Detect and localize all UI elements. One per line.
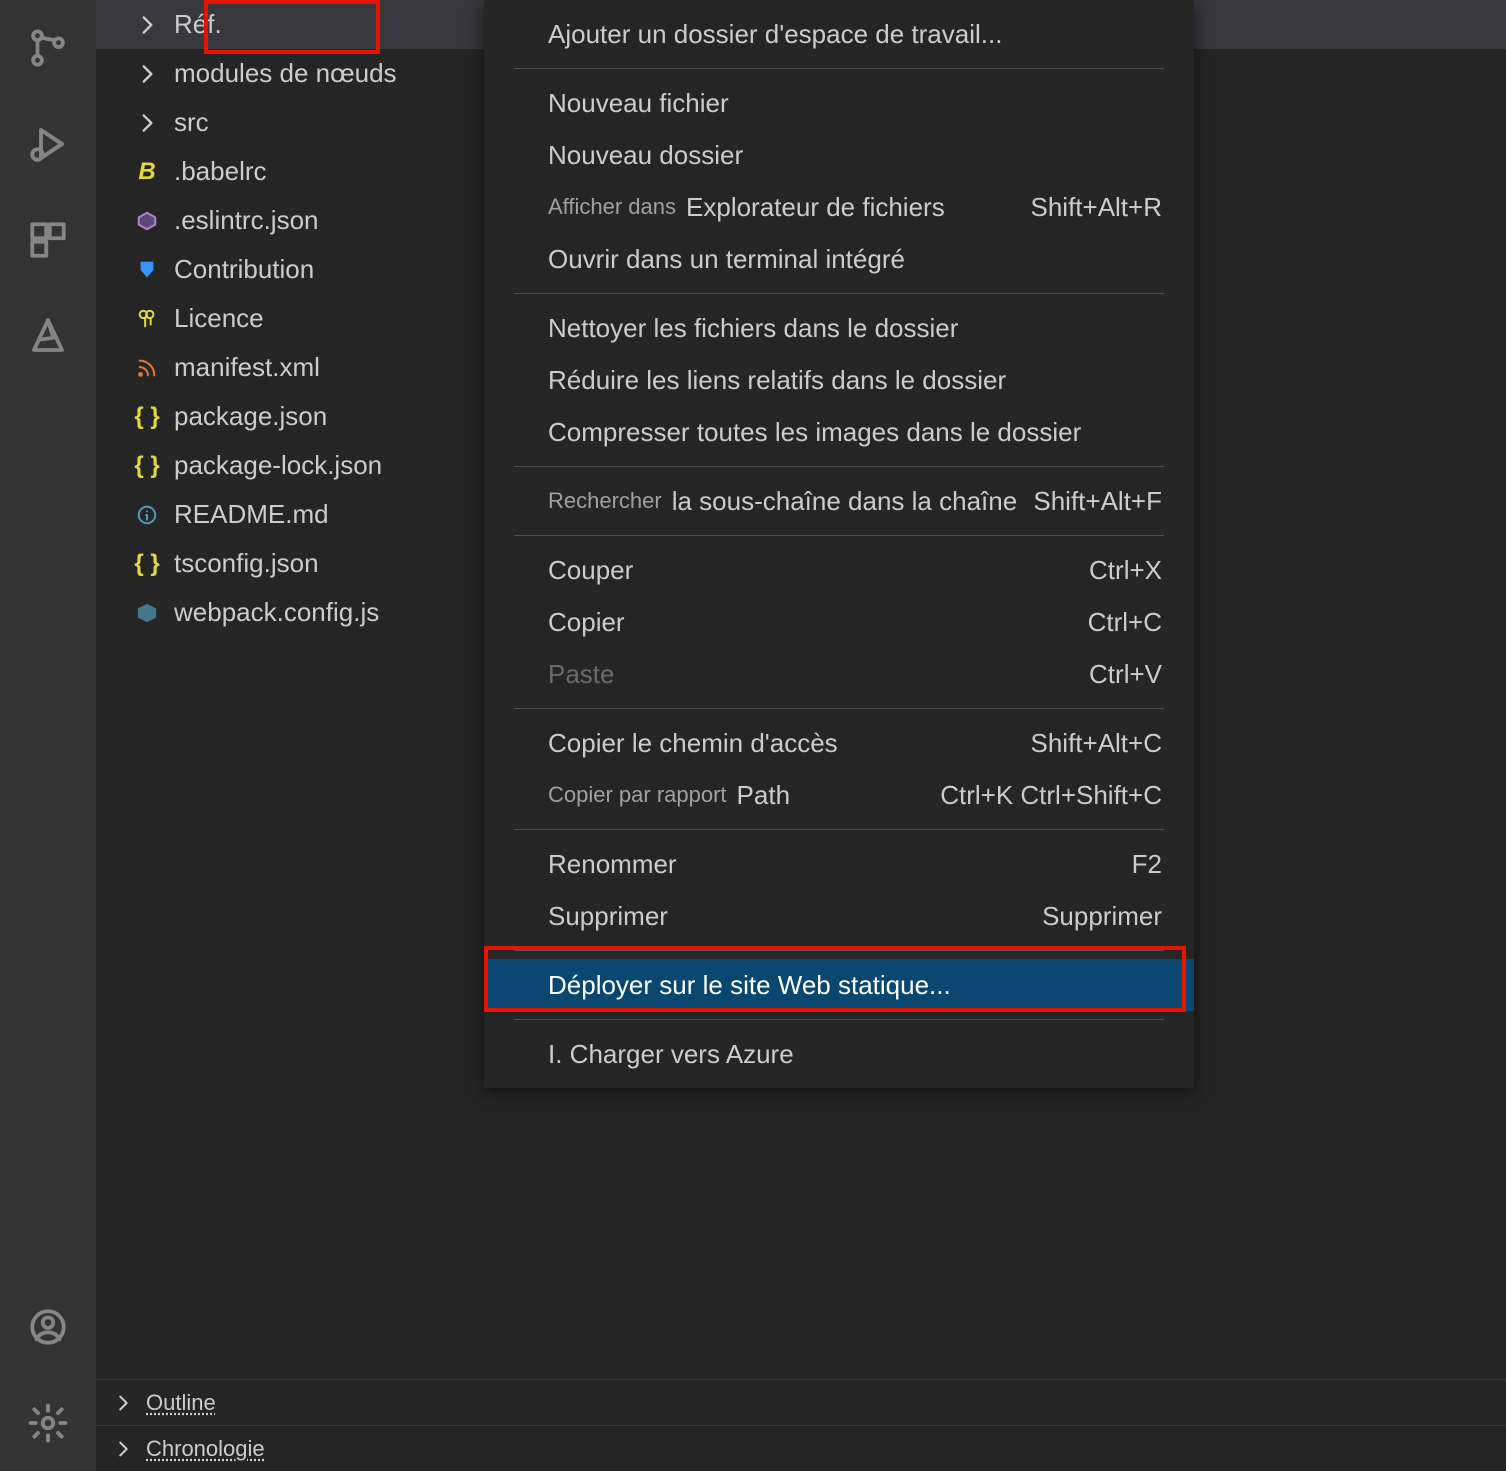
menu-item-new-file[interactable]: Nouveau fichier (484, 77, 1194, 129)
rss-icon (134, 355, 160, 381)
tree-item-label: Licence (174, 303, 264, 334)
activity-bar (0, 0, 96, 1471)
menu-item-copy[interactable]: Copier Ctrl+C (484, 596, 1194, 648)
menu-shortcut: Supprimer (1042, 901, 1162, 932)
chevron-right-icon (112, 1392, 134, 1414)
menu-shortcut: F2 (1132, 849, 1162, 880)
tree-item-label: modules de nœuds (174, 58, 397, 89)
menu-item-reveal-in-explorer[interactable]: Afficher dans Explorateur de fichiers Sh… (484, 181, 1194, 233)
tree-item-label: README.md (174, 499, 329, 530)
explorer-sidebar: Réf. modules de nœuds src B .babelrc (96, 0, 1506, 1471)
menu-item-find-in-folder[interactable]: Rechercher la sous-chaîne dans la chaîne… (484, 475, 1194, 527)
tree-item-label: package.json (174, 401, 327, 432)
webpack-icon (134, 600, 160, 626)
menu-shortcut: Shift+Alt+C (1030, 728, 1162, 759)
menu-item-reduce-links[interactable]: Réduire les liens relatifs dans le dossi… (484, 354, 1194, 406)
menu-item-upload-azure[interactable]: I. Charger vers Azure (484, 1028, 1194, 1080)
menu-item-open-terminal[interactable]: Ouvrir dans un terminal intégré (484, 233, 1194, 285)
menu-shortcut: Ctrl+C (1088, 607, 1162, 638)
menu-separator (514, 466, 1164, 467)
menu-item-add-workspace-folder[interactable]: Ajouter un dossier d'espace de travail..… (484, 8, 1194, 60)
menu-separator (514, 68, 1164, 69)
menu-label-prefix: Copier par rapport (548, 782, 727, 808)
braces-icon: { } (134, 404, 160, 430)
azure-icon[interactable] (0, 288, 96, 384)
menu-label: Compresser toutes les images dans le dos… (548, 417, 1081, 448)
tree-item-label: package-lock.json (174, 450, 382, 481)
tree-item-label: src (174, 107, 209, 138)
menu-shortcut: Shift+Alt+R (1030, 192, 1162, 223)
timeline-section-header[interactable]: Chronologie (96, 1425, 1506, 1471)
menu-label: Couper (548, 555, 633, 586)
tree-item-label: tsconfig.json (174, 548, 319, 579)
settings-gear-icon[interactable] (0, 1375, 96, 1471)
menu-label: Path (737, 780, 791, 811)
menu-label: Copier (548, 607, 625, 638)
menu-label: Paste (548, 659, 615, 690)
menu-label: Nouveau dossier (548, 140, 743, 171)
outline-label: Outline (146, 1390, 216, 1416)
menu-item-paste: Paste Ctrl+V (484, 648, 1194, 700)
menu-separator (514, 708, 1164, 709)
menu-label: la sous-chaîne dans la chaîne (672, 486, 1017, 517)
chevron-right-icon (134, 110, 160, 136)
menu-label-prefix: Afficher dans (548, 194, 676, 220)
tree-item-label: manifest.xml (174, 352, 320, 383)
menu-label: Déployer sur le site Web statique... (548, 970, 951, 1001)
menu-shortcut: Ctrl+X (1089, 555, 1162, 586)
babel-icon: B (134, 159, 160, 185)
tree-item-label: .eslintrc.json (174, 205, 319, 236)
menu-label: Renommer (548, 849, 677, 880)
menu-shortcut: Ctrl+V (1089, 659, 1162, 690)
menu-item-rename[interactable]: Renommer F2 (484, 838, 1194, 890)
menu-separator (514, 1019, 1164, 1020)
chevron-right-icon (134, 12, 160, 38)
menu-item-delete[interactable]: Supprimer Supprimer (484, 890, 1194, 942)
timeline-label: Chronologie (146, 1436, 265, 1462)
info-icon (134, 502, 160, 528)
menu-label: Ajouter un dossier d'espace de travail..… (548, 19, 1002, 50)
eslint-icon (134, 208, 160, 234)
tree-item-label: webpack.config.js (174, 597, 379, 628)
account-icon[interactable] (0, 1279, 96, 1375)
key-icon (134, 306, 160, 332)
menu-separator (514, 535, 1164, 536)
menu-separator (514, 293, 1164, 294)
braces-icon: { } (134, 453, 160, 479)
arrow-down-icon (134, 257, 160, 283)
menu-label: Réduire les liens relatifs dans le dossi… (548, 365, 1006, 396)
menu-label-prefix: Rechercher (548, 488, 662, 514)
menu-label: Nettoyer les fichiers dans le dossier (548, 313, 958, 344)
menu-item-clean-files[interactable]: Nettoyer les fichiers dans le dossier (484, 302, 1194, 354)
tree-item-label: Contribution (174, 254, 314, 285)
menu-label: I. Charger vers Azure (548, 1039, 794, 1070)
menu-item-copy-path[interactable]: Copier le chemin d'accès Shift+Alt+C (484, 717, 1194, 769)
menu-shortcut: Shift+Alt+F (1033, 486, 1162, 517)
run-debug-icon[interactable] (0, 96, 96, 192)
menu-label: Supprimer (548, 901, 668, 932)
menu-separator (514, 950, 1164, 951)
menu-label: Explorateur de fichiers (686, 192, 945, 223)
menu-label: Nouveau fichier (548, 88, 729, 119)
menu-item-copy-relative-path[interactable]: Copier par rapport Path Ctrl+K Ctrl+Shif… (484, 769, 1194, 821)
source-control-icon[interactable] (0, 0, 96, 96)
menu-item-compress-images[interactable]: Compresser toutes les images dans le dos… (484, 406, 1194, 458)
menu-label: Copier le chemin d'accès (548, 728, 838, 759)
braces-icon: { } (134, 551, 160, 577)
menu-separator (514, 829, 1164, 830)
tree-item-label: Réf. (174, 9, 222, 40)
outline-section-header[interactable]: Outline (96, 1379, 1506, 1425)
extensions-icon[interactable] (0, 192, 96, 288)
menu-item-cut[interactable]: Couper Ctrl+X (484, 544, 1194, 596)
chevron-right-icon (134, 61, 160, 87)
menu-item-deploy-static-website[interactable]: Déployer sur le site Web statique... (484, 959, 1194, 1011)
menu-label: Ouvrir dans un terminal intégré (548, 244, 905, 275)
tree-item-label: .babelrc (174, 156, 267, 187)
context-menu: Ajouter un dossier d'espace de travail..… (484, 0, 1194, 1088)
menu-shortcut: Ctrl+K Ctrl+Shift+C (940, 780, 1162, 811)
chevron-right-icon (112, 1438, 134, 1460)
menu-item-new-folder[interactable]: Nouveau dossier (484, 129, 1194, 181)
